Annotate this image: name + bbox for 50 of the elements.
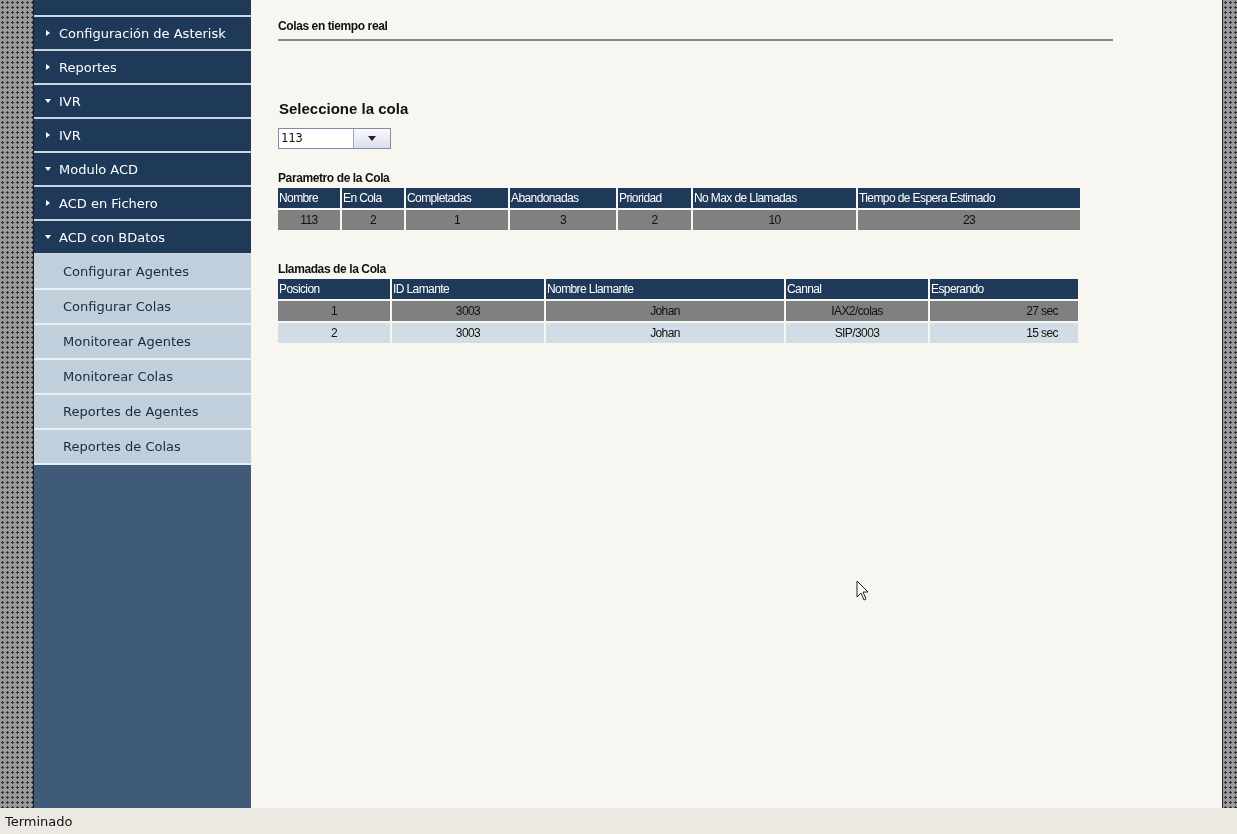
column-header: No Max de Llamadas [693,188,856,208]
column-header: Abandonadas [510,188,616,208]
sidebar-item[interactable]: Reportes [34,51,251,85]
sidebar-item[interactable]: Configuración de Asterisk [34,17,251,51]
sidebar-item[interactable]: Modulo ACD [34,153,251,187]
sidebar-item[interactable]: IVR [34,119,251,153]
column-header: Cannal [786,279,928,299]
sidebar-item[interactable]: ACD con BDatos [34,221,251,255]
table-cell: 113 [278,210,340,230]
section-title: Llamadas de la Cola [278,262,388,276]
table-cell: 23 [858,210,1080,230]
sidebar-link[interactable]: Monitorear Agentes [34,325,251,360]
column-header: Nombre [278,188,340,208]
column-header: En Cola [342,188,404,208]
column-header: Prioridad [618,188,691,208]
table-cell: 3003 [392,301,544,321]
sidebar-link[interactable]: Configurar Colas [34,290,251,325]
sidebar-link[interactable]: Configurar Agentes [34,255,251,290]
table-cell: 2 [618,210,691,230]
column-header: ID Lamante [392,279,544,299]
table-cell: 2 [342,210,404,230]
pointer-icon [856,580,870,602]
table-cell: 1 [406,210,508,230]
page-title: Colas en tiempo real [278,19,1113,41]
table-cell: 3003 [392,323,544,343]
table-cell: 2 [278,323,390,343]
table-cell: Johan [546,323,784,343]
column-header: Tiempo de Espera Estimado [858,188,1080,208]
sidebar-item[interactable]: ACD en Fichero [34,187,251,221]
caret-icon [368,136,376,141]
sidebar-link[interactable]: Reportes de Colas [34,430,251,465]
sidebar-item[interactable]: IVR [34,85,251,119]
column-header: Completadas [406,188,508,208]
sidebar-link[interactable]: Monitorear Colas [34,360,251,395]
table-cell: Johan [546,301,784,321]
table-cell: 3 [510,210,616,230]
table-cell: 15 sec [930,323,1078,343]
column-header: Esperando [930,279,1078,299]
section-title: Parametro de la Cola [278,171,391,185]
queue-dropdown[interactable]: 113 [278,128,391,149]
table-cell: 1 [278,301,390,321]
column-header: Nombre Llamante [546,279,784,299]
table-cell: 10 [693,210,856,230]
table-cell: 27 sec [930,301,1078,321]
table-cell: IAX2/colas [786,301,928,321]
column-header: Posicion [278,279,390,299]
select-label: Seleccione la cola [279,100,410,117]
status-text: Terminado [0,808,1237,834]
table-cell: SIP/3003 [786,323,928,343]
sidebar-link[interactable]: Reportes de Agentes [34,395,251,430]
